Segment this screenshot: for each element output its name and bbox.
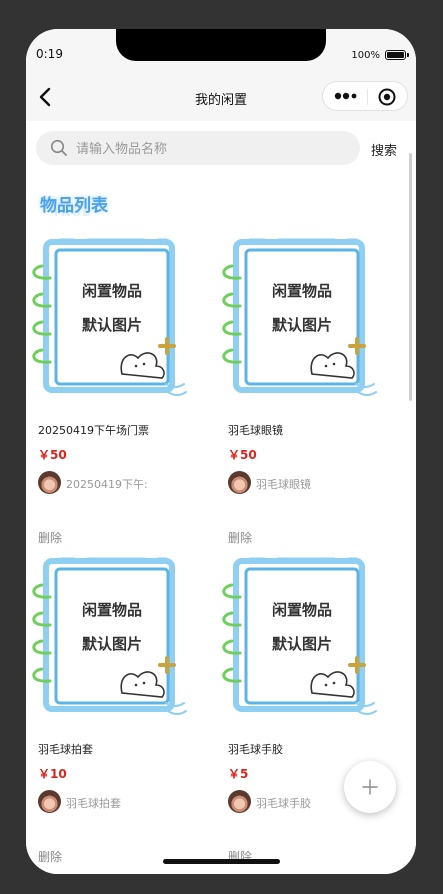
- search-box: [36, 131, 360, 167]
- add-item-button[interactable]: [344, 761, 396, 813]
- scrollbar[interactable]: [409, 153, 412, 401]
- item-name: 羽毛球手胶: [228, 743, 283, 756]
- delete-button[interactable]: 删除: [38, 848, 62, 865]
- item-price: ￥50: [228, 448, 257, 462]
- mini-program-capsule: [322, 81, 408, 111]
- delete-button[interactable]: 删除: [38, 529, 62, 546]
- notch: [116, 29, 326, 61]
- capsule-divider: [367, 89, 368, 105]
- item-seller: 20250419下午:: [66, 478, 148, 491]
- status-time: 0:19: [36, 47, 63, 61]
- avatar: [228, 790, 251, 813]
- battery-tip: [407, 53, 409, 57]
- item-name: 羽毛球拍套: [38, 743, 93, 756]
- placeholder-line-1: 闲置物品: [272, 601, 332, 619]
- item-seller: 羽毛球拍套: [66, 797, 121, 810]
- avatar: [228, 471, 251, 494]
- item-image[interactable]: 闲置物品 默认图片: [216, 234, 381, 406]
- placeholder-line-1: 闲置物品: [82, 282, 142, 300]
- battery-icon: [385, 50, 406, 60]
- battery-percent: 100%: [351, 50, 380, 61]
- placeholder-line-2: 默认图片: [272, 635, 332, 653]
- item-image[interactable]: 闲置物品 默认图片: [216, 553, 381, 725]
- item-price: ￥50: [38, 448, 67, 462]
- avatar: [38, 790, 61, 813]
- placeholder-line-1: 闲置物品: [82, 601, 142, 619]
- item-image[interactable]: 闲置物品 默认图片: [26, 553, 191, 725]
- close-circle-icon[interactable]: [377, 87, 397, 107]
- search-input[interactable]: [74, 131, 348, 167]
- placeholder-line-2: 默认图片: [272, 316, 332, 334]
- item-name: 羽毛球眼镜: [228, 424, 283, 437]
- section-title: 物品列表: [40, 196, 108, 216]
- more-icon[interactable]: [333, 89, 359, 103]
- search-icon: [50, 139, 67, 156]
- phone-screen: 0:19 100% 我的闲置 搜索: [26, 29, 416, 874]
- item-name: 20250419下午场门票: [38, 424, 149, 437]
- search-button[interactable]: 搜索: [371, 140, 397, 159]
- plus-icon: [362, 779, 378, 795]
- navigation-bar: 我的闲置: [26, 73, 416, 121]
- delete-button[interactable]: 删除: [228, 529, 252, 546]
- avatar: [38, 471, 61, 494]
- item-price: ￥5: [228, 767, 249, 781]
- placeholder-line-2: 默认图片: [82, 635, 142, 653]
- placeholder-line-1: 闲置物品: [272, 282, 332, 300]
- item-price: ￥10: [38, 767, 67, 781]
- item-image[interactable]: 闲置物品 默认图片: [26, 234, 191, 406]
- home-indicator: [163, 859, 280, 864]
- item-seller: 羽毛球手胶: [256, 797, 311, 810]
- item-seller: 羽毛球眼镜: [256, 478, 311, 491]
- placeholder-line-2: 默认图片: [82, 316, 142, 334]
- main-content: 搜索 TRUE 物品列表 闲置物品 默认图片 20250419下午场门票 ￥50…: [26, 121, 416, 874]
